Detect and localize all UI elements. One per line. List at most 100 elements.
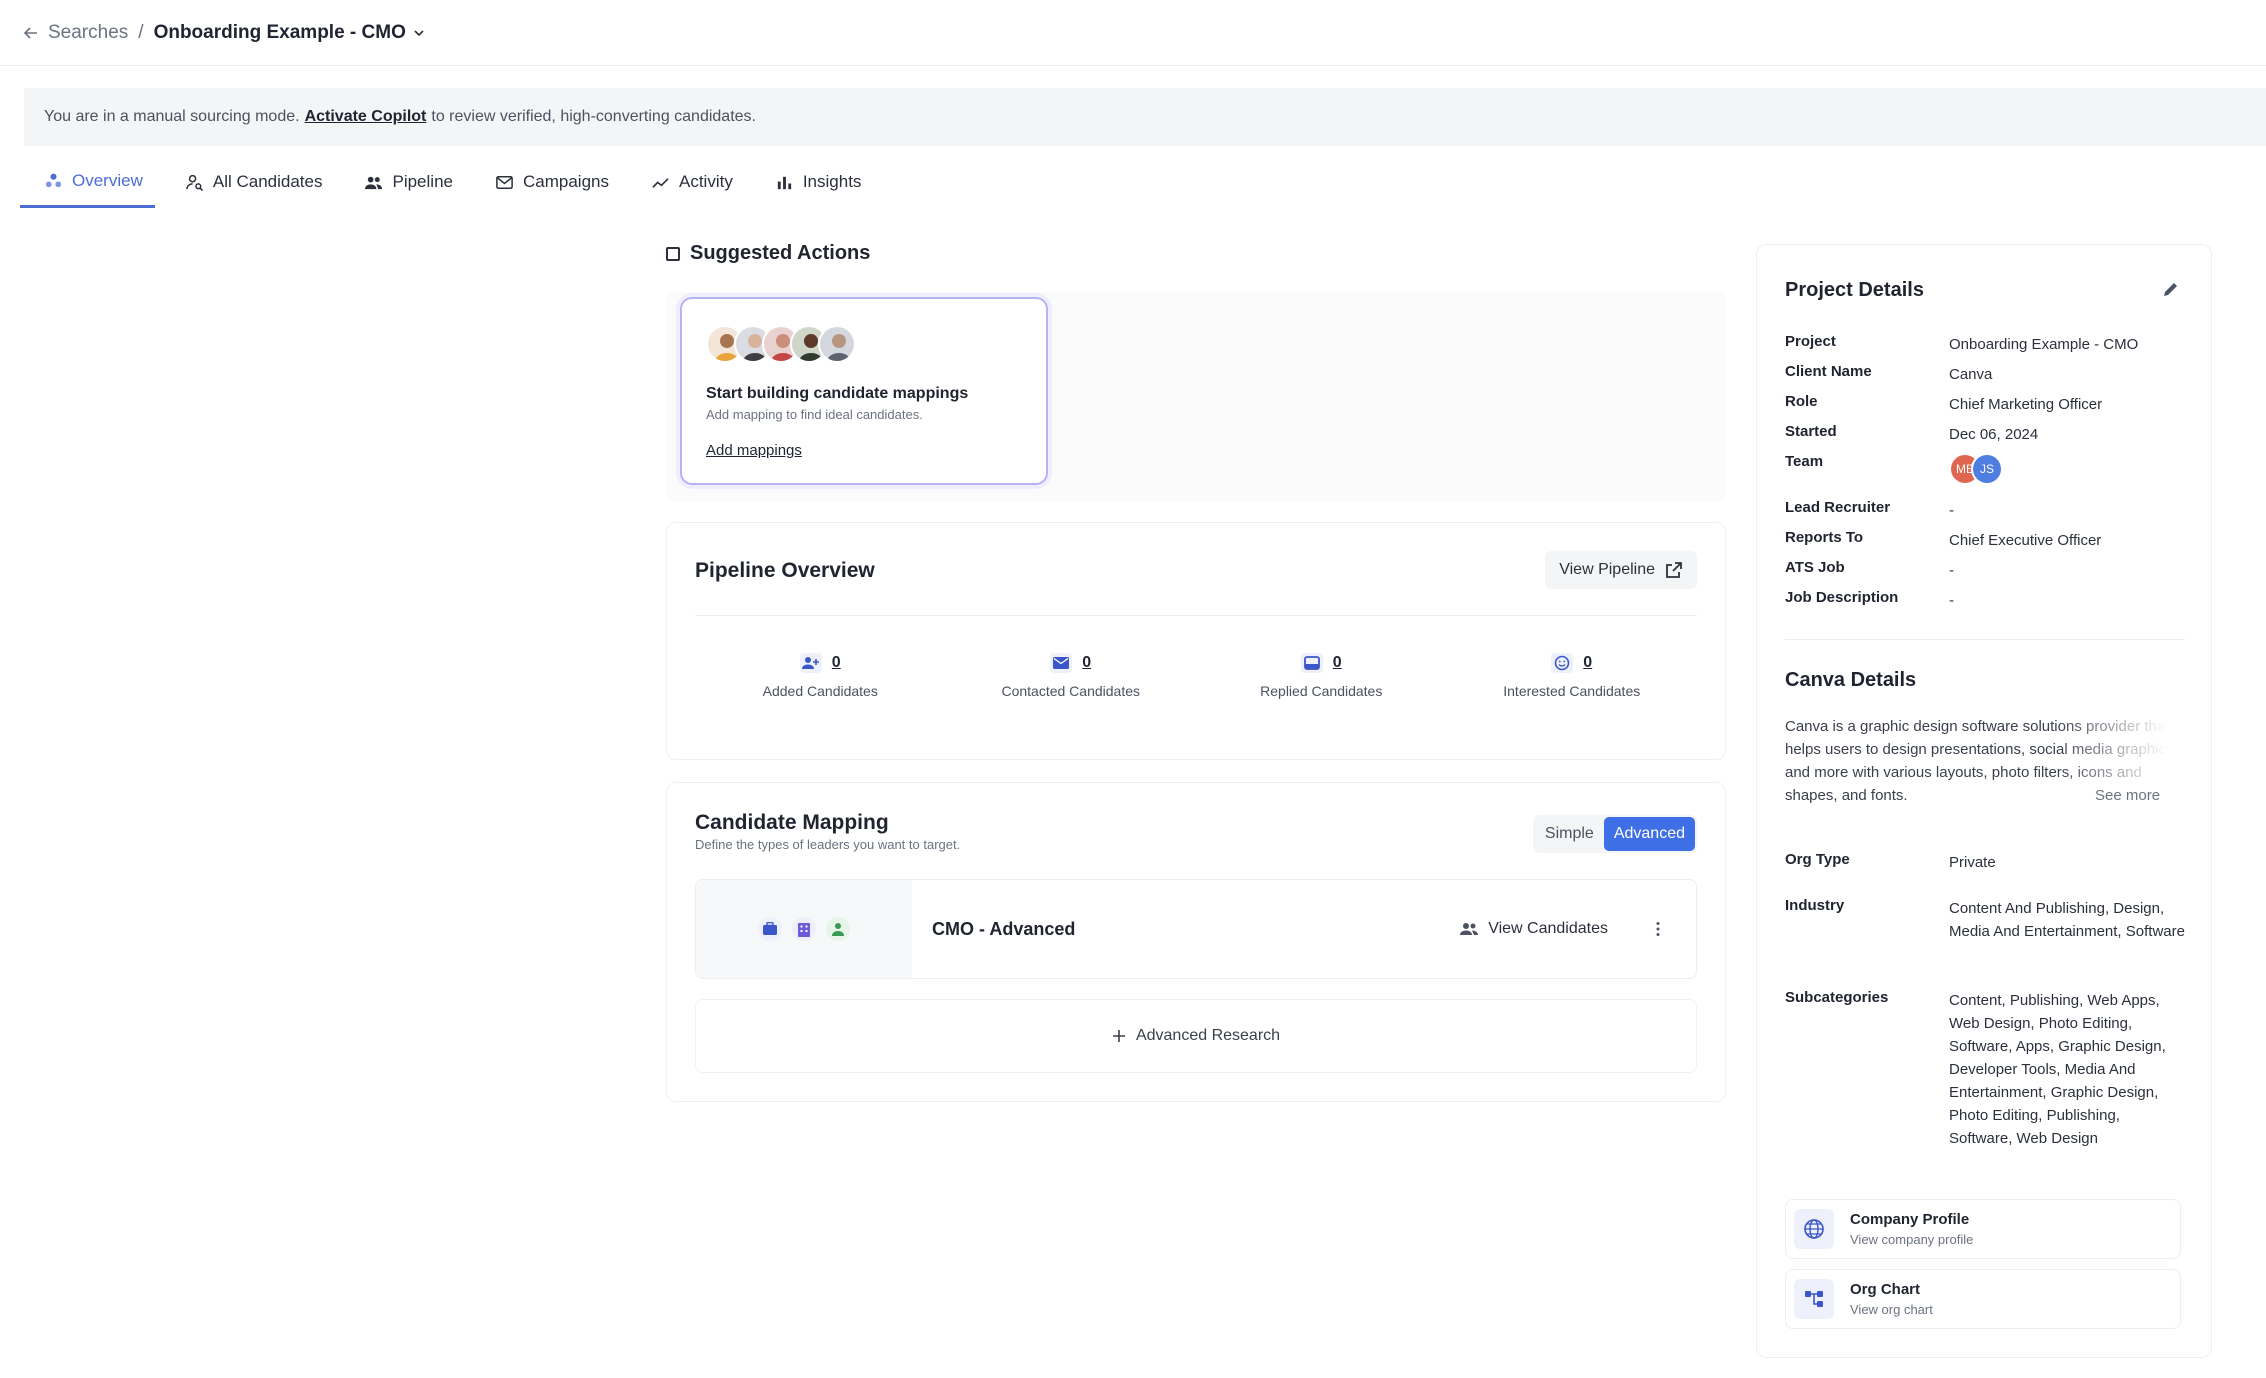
candidate-mapping-panel: Candidate Mapping Define the types of le… [666,782,1726,1102]
page-title[interactable]: Onboarding Example - CMO [154,22,406,44]
pipeline-overview-panel: Pipeline Overview View Pipeline 0 Added … [666,522,1726,760]
suggested-actions-heading: Suggested Actions [666,242,870,265]
view-pipeline-button[interactable]: View Pipeline [1545,551,1697,589]
inbox-icon [1300,653,1323,673]
breadcrumb-searches-link[interactable]: Searches [48,22,128,44]
people-icon [365,176,383,189]
tab-bar: Overview All Candidates Pipeline Campaig… [20,156,879,208]
detail-row-lead-recruiter: Lead Recruiter - [1785,499,1954,519]
more-options-icon[interactable] [1648,917,1668,941]
arrow-left-icon[interactable] [20,22,42,44]
activate-copilot-link[interactable]: Activate Copilot [305,108,427,126]
stat-contacted: 0 Contacted Candidates [946,653,1197,699]
advanced-research-label: Advanced Research [1135,1027,1281,1044]
tab-label: All Candidates [212,172,323,191]
mapping-criteria-icons [696,880,912,978]
company-profile-link[interactable]: Company Profile View company profile [1785,1199,2181,1259]
mapping-mode-toggle: Simple Advanced [1532,815,1697,853]
tab-label: Insights [802,172,862,191]
link-subtitle: View org chart [1850,1302,1933,1317]
detail-row-job-description: Job Description - [1785,589,1954,609]
stat-interested: 0 Interested Candidates [1447,653,1698,699]
detail-row-industry: Industry Content And Publishing, Design, … [1785,897,2185,940]
detail-row-client: Client Name Canva [1785,363,1993,383]
pipeline-overview-title: Pipeline Overview [695,559,875,582]
toggle-advanced[interactable]: Advanced [1603,817,1695,851]
tab-campaigns[interactable]: Campaigns [471,156,621,208]
envelope-icon [1050,653,1073,673]
add-people-icon [799,653,822,673]
smiley-icon [1551,653,1574,673]
bar-chart-icon [777,176,791,189]
candidate-mapping-subtitle: Define the types of leaders you want to … [695,837,961,852]
tab-label: Activity [678,172,733,191]
candidate-avatars [706,325,1022,365]
mapping-name: CMO - Advanced [932,918,1076,939]
toggle-simple[interactable]: Simple [1535,817,1604,851]
link-title: Org Chart [1850,1281,1921,1298]
candidate-mapping-title: Candidate Mapping [695,811,889,834]
stat-value[interactable]: 0 [1333,654,1342,672]
banner-text-suffix: to review verified, high-converting cand… [431,108,756,125]
tab-label: Overview [72,170,143,190]
stat-replied: 0 Replied Candidates [1196,653,1447,699]
see-more-link[interactable]: See more [2095,787,2160,804]
detail-row-team: Team ME JS [1785,453,2185,485]
view-pipeline-label: View Pipeline [1559,561,1655,578]
stat-label: Contacted Candidates [1001,683,1141,699]
breadcrumb: Searches / Onboarding Example - CMO [0,0,2266,66]
overview-icon [45,173,62,188]
view-candidates-button[interactable]: View Candidates [1460,920,1608,938]
briefcase-icon [758,917,782,941]
stat-value[interactable]: 0 [1082,654,1091,672]
advanced-research-button[interactable]: Advanced Research [695,999,1697,1073]
inbox-icon [666,246,680,261]
people-icon [1460,923,1479,935]
banner-text-prefix: You are in a manual sourcing mode. [44,108,300,125]
pipeline-stats: 0 Added Candidates 0 Contacted Candidate… [695,653,1697,699]
building-icon [792,917,816,941]
card-subtitle: Add mapping to find ideal candidates. [706,407,923,422]
tab-activity[interactable]: Activity [627,156,745,208]
person-icon [826,917,850,941]
stat-label: Replied Candidates [1260,683,1383,699]
tab-overview[interactable]: Overview [20,156,155,208]
trend-icon [652,177,669,188]
avatar [818,325,856,363]
stat-value[interactable]: 0 [832,654,841,672]
pencil-icon[interactable] [2161,279,2181,299]
detail-row-reports-to: Reports To Chief Executive Officer [1785,529,2102,549]
detail-row-role: Role Chief Marketing Officer [1785,393,2103,413]
card-title: Start building candidate mappings [706,385,969,402]
detail-row-org-type: Org Type Private [1785,851,1996,871]
mapping-row[interactable]: CMO - Advanced View Candidates [695,879,1697,979]
org-chart-link[interactable]: Org Chart View org chart [1785,1269,2181,1329]
detail-row-project: Project Onboarding Example - CMO [1785,333,2139,353]
tab-all-candidates[interactable]: All Candidates [161,156,335,208]
mapping-suggestion-card[interactable]: Start building candidate mappings Add ma… [680,297,1048,485]
external-link-icon [1666,562,1682,578]
tab-label: Pipeline [392,172,453,191]
link-title: Company Profile [1850,1211,1970,1228]
view-candidates-label: View Candidates [1488,920,1608,937]
avatar[interactable]: JS [1971,453,2003,485]
add-mappings-link[interactable]: Add mappings [706,442,802,459]
project-details-title: Project Details [1785,279,1924,301]
detail-row-subcategories: Subcategories Content, Publishing, Web Ap… [1785,989,2166,1147]
person-search-icon [185,174,203,191]
chevron-down-icon[interactable] [410,24,428,42]
company-details-title: Canva Details [1785,669,1917,691]
detail-row-started: Started Dec 06, 2024 [1785,423,2039,443]
tab-pipeline[interactable]: Pipeline [340,156,465,208]
org-chart-icon [1794,1279,1834,1319]
tab-insights[interactable]: Insights [751,156,874,208]
panel-divider [1785,639,2185,640]
stat-label: Interested Candidates [1503,683,1641,699]
detail-row-ats-job: ATS Job - [1785,559,1954,579]
stat-value[interactable]: 0 [1583,654,1592,672]
globe-icon [1794,1209,1834,1249]
link-subtitle: View company profile [1850,1232,1974,1247]
plus-icon [1112,1030,1125,1042]
mail-icon [496,175,513,189]
suggested-actions-title: Suggested Actions [690,242,871,264]
